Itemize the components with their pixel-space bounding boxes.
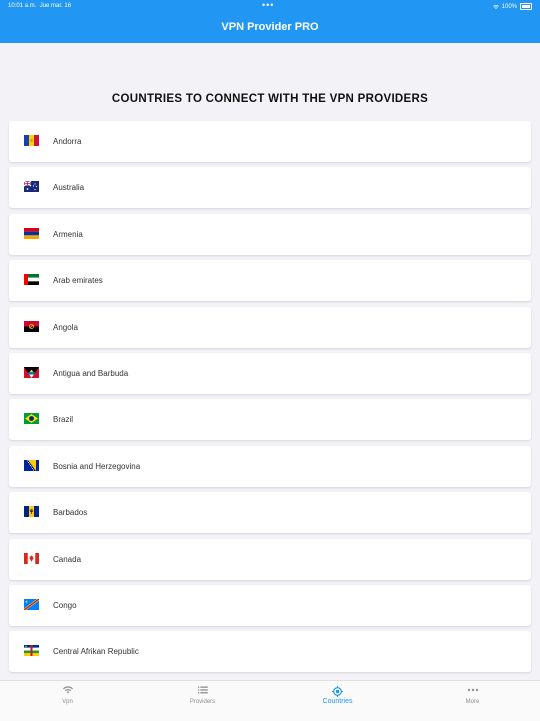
country-name: Australia	[53, 183, 85, 193]
country-name: Brazil	[53, 415, 74, 425]
country-name: Central Afrikan Republic	[53, 647, 139, 657]
tab-label: Countries	[322, 698, 353, 705]
tab-providers[interactable]: Providers	[135, 681, 270, 721]
list-item[interactable]: Angola	[9, 306, 531, 348]
angola-flag-icon	[24, 320, 39, 332]
list-item[interactable]: Central Afrikan Republic	[9, 631, 531, 673]
bosnia-flag-icon	[24, 459, 39, 471]
country-name: Antigua and Barbuda	[53, 368, 129, 378]
section-title: COUNTRIES TO CONNECT WITH THE VPN PROVID…	[111, 93, 429, 105]
car-flag-icon	[24, 645, 39, 657]
list-item[interactable]: Armenia	[9, 213, 531, 255]
list-item[interactable]: Canada	[9, 538, 531, 580]
app-title: VPN Provider PRO	[221, 21, 319, 33]
antigua-flag-icon	[24, 366, 39, 378]
app-header: 10:01 a.m. Jue mar. 16 ••• 100% VPN Prov…	[0, 0, 540, 43]
country-name: Angola	[53, 322, 78, 332]
list-item[interactable]: Arab emirates	[9, 260, 531, 302]
country-name: Andorra	[53, 137, 82, 146]
tab-more[interactable]: More	[405, 681, 540, 721]
target-icon	[332, 686, 343, 697]
armenia-flag-icon	[24, 227, 39, 239]
battery-icon	[520, 3, 532, 10]
brazil-flag-icon	[24, 413, 39, 425]
list-item[interactable]: Bosnia and Herzegovina	[9, 445, 531, 487]
canada-flag-icon	[24, 552, 39, 564]
barbados-flag-icon	[24, 506, 39, 518]
australia-flag-icon	[24, 181, 39, 193]
list-item[interactable]: Antigua and Barbuda	[9, 352, 531, 394]
wifi-icon	[62, 686, 73, 694]
tab-label: Providers	[189, 699, 216, 705]
uae-flag-icon	[24, 274, 39, 286]
status-date: Jue mar. 16	[39, 3, 72, 9]
multitask-dots-icon[interactable]: •••	[262, 0, 274, 10]
country-list: Andorra Australia Armenia Arab emirates …	[9, 121, 531, 678]
list-item[interactable]: Brazil	[9, 399, 531, 441]
country-name: Congo	[53, 600, 77, 610]
list-item[interactable]: Congo	[9, 584, 531, 626]
tab-countries[interactable]: Countries	[270, 681, 405, 721]
tab-label: Vpn	[62, 699, 73, 705]
list-icon	[197, 686, 208, 694]
tab-vpn[interactable]: Vpn	[0, 681, 135, 721]
andorra-flag-icon	[24, 135, 39, 146]
country-name: Barbados	[53, 508, 88, 518]
tab-label: More	[465, 699, 480, 705]
status-wifi-icon	[492, 4, 499, 9]
country-name: Canada	[53, 554, 82, 564]
list-item[interactable]: Andorra	[9, 121, 531, 162]
status-right: 100%	[492, 3, 532, 10]
country-name: Bosnia and Herzegovina	[53, 461, 141, 471]
status-time: 10:01 a.m. Jue mar. 16	[8, 3, 72, 9]
congo-flag-icon	[24, 598, 39, 610]
list-item[interactable]: Australia	[9, 167, 531, 209]
more-icon	[467, 688, 478, 692]
country-name: Arab emirates	[53, 276, 103, 286]
tab-bar: Vpn Providers Countries More	[0, 680, 540, 721]
country-name: Armenia	[53, 229, 83, 239]
list-item[interactable]: Barbados	[9, 492, 531, 534]
battery-percent: 100%	[501, 3, 517, 10]
